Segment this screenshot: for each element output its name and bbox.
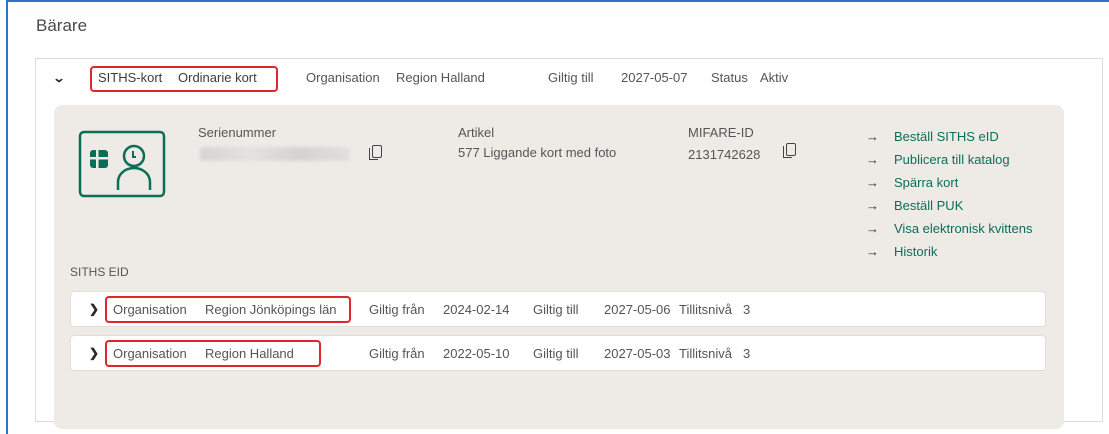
serial-value-redacted <box>200 147 350 161</box>
eid-level-value: 3 <box>743 346 751 361</box>
copy-icon[interactable] <box>369 145 382 160</box>
action-link[interactable]: Beställ PUK <box>894 198 963 213</box>
eid-from-value: 2024-02-14 <box>443 302 510 317</box>
arrow-right-icon: → <box>866 221 879 236</box>
eid-heading: SITHS EID <box>70 265 129 279</box>
chevron-right-icon[interactable]: ❯ <box>89 302 99 316</box>
article-value: 577 Liggande kort med foto <box>458 145 617 160</box>
action-link[interactable]: Beställ SITHS eID <box>894 129 999 144</box>
eid-org-label: Organisation <box>113 302 187 317</box>
card-type-label: SITHS-kort <box>98 70 163 85</box>
card-valid-value: 2027-05-07 <box>621 70 688 85</box>
eid-row[interactable]: ❯ Organisation Region Jönköpings län Gil… <box>70 291 1046 327</box>
action-order-eid[interactable]: → Beställ SITHS eID <box>866 125 1033 148</box>
card-valid-label: Giltig till <box>548 70 594 85</box>
arrow-right-icon: → <box>866 152 879 167</box>
action-block-card[interactable]: → Spärra kort <box>866 171 1033 194</box>
eid-to-value: 2027-05-06 <box>604 302 671 317</box>
action-link[interactable]: Historik <box>894 244 937 259</box>
eid-from-label: Giltig från <box>369 346 425 361</box>
card-status-value: Aktiv <box>760 70 789 85</box>
chevron-right-icon[interactable]: ❯ <box>89 346 99 360</box>
eid-to-label: Giltig till <box>533 302 579 317</box>
arrow-right-icon: → <box>866 198 879 213</box>
arrow-right-icon: → <box>866 244 879 259</box>
eid-to-label: Giltig till <box>533 346 579 361</box>
smart-card-icon <box>78 130 166 198</box>
eid-level-value: 3 <box>743 302 751 317</box>
eid-to-value: 2027-05-03 <box>604 346 671 361</box>
action-list: → Beställ SITHS eID → Publicera till katal… <box>866 125 1033 263</box>
carrier-section: Bärare ⌄ SITHS-kort Ordinarie kort Organ… <box>6 0 1109 434</box>
action-link[interactable]: Visa elektronisk kvittens <box>894 221 1033 236</box>
section-title: Bärare <box>36 16 88 35</box>
article-label: Artikel <box>458 125 495 140</box>
action-history[interactable]: → Historik <box>866 240 1033 263</box>
action-order-puk[interactable]: → Beställ PUK <box>866 194 1033 217</box>
serial-label: Serienummer <box>198 125 277 140</box>
eid-level-label: Tillitsnivå <box>679 302 732 317</box>
chevron-down-icon[interactable]: ⌄ <box>52 71 65 85</box>
eid-row[interactable]: ❯ Organisation Region Halland Giltig frå… <box>70 335 1046 371</box>
eid-level-label: Tillitsnivå <box>679 346 732 361</box>
card-details-panel: Serienummer Artikel 577 Liggande kort me… <box>54 105 1064 429</box>
mifare-value: 2131742628 <box>688 147 761 162</box>
card-status-label: Status <box>711 70 748 85</box>
card-org-value: Region Halland <box>396 70 485 85</box>
card-type-value: Ordinarie kort <box>178 70 257 85</box>
card-org-label: Organisation <box>306 70 380 85</box>
action-link[interactable]: Spärra kort <box>894 175 958 190</box>
copy-icon[interactable] <box>783 143 796 158</box>
arrow-right-icon: → <box>866 175 879 190</box>
action-publish-catalog[interactable]: → Publicera till katalog <box>866 148 1033 171</box>
eid-org-value: Region Jönköpings län <box>205 302 337 317</box>
arrow-right-icon: → <box>866 129 879 144</box>
mifare-label: MIFARE-ID <box>688 125 754 140</box>
eid-org-value: Region Halland <box>205 346 294 361</box>
card-header[interactable]: ⌄ SITHS-kort Ordinarie kort Organisation… <box>36 59 1102 99</box>
eid-org-label: Organisation <box>113 346 187 361</box>
eid-from-label: Giltig från <box>369 302 425 317</box>
action-link[interactable]: Publicera till katalog <box>894 152 1010 167</box>
action-show-receipt[interactable]: → Visa elektronisk kvittens <box>866 217 1033 240</box>
eid-from-value: 2022-05-10 <box>443 346 510 361</box>
card-item: ⌄ SITHS-kort Ordinarie kort Organisation… <box>35 58 1103 429</box>
